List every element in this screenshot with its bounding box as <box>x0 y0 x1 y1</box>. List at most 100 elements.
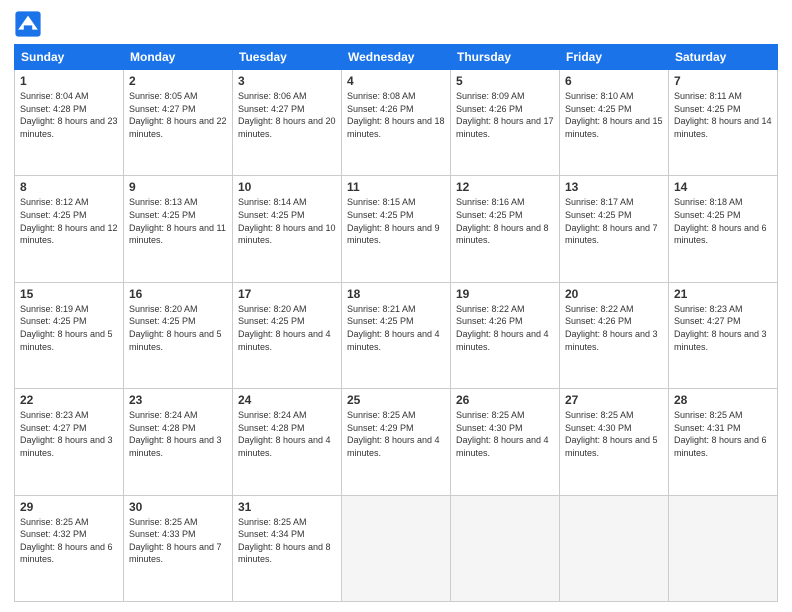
day-cell: 2 Sunrise: 8:05 AMSunset: 4:27 PMDayligh… <box>124 70 233 176</box>
day-info: Sunrise: 8:06 AMSunset: 4:27 PMDaylight:… <box>238 90 336 140</box>
day-number: 13 <box>565 180 663 194</box>
day-cell: 1 Sunrise: 8:04 AMSunset: 4:28 PMDayligh… <box>15 70 124 176</box>
day-info: Sunrise: 8:20 AMSunset: 4:25 PMDaylight:… <box>238 303 336 353</box>
day-number: 16 <box>129 287 227 301</box>
day-info: Sunrise: 8:24 AMSunset: 4:28 PMDaylight:… <box>129 409 227 459</box>
day-cell: 11 Sunrise: 8:15 AMSunset: 4:25 PMDaylig… <box>342 176 451 282</box>
day-number: 7 <box>674 74 772 88</box>
day-header-wednesday: Wednesday <box>342 45 451 70</box>
day-info: Sunrise: 8:08 AMSunset: 4:26 PMDaylight:… <box>347 90 445 140</box>
header <box>14 10 778 38</box>
day-number: 30 <box>129 500 227 514</box>
week-row-5: 29 Sunrise: 8:25 AMSunset: 4:32 PMDaylig… <box>15 495 778 601</box>
day-header-monday: Monday <box>124 45 233 70</box>
day-info: Sunrise: 8:17 AMSunset: 4:25 PMDaylight:… <box>565 196 663 246</box>
day-cell: 16 Sunrise: 8:20 AMSunset: 4:25 PMDaylig… <box>124 282 233 388</box>
day-cell: 15 Sunrise: 8:19 AMSunset: 4:25 PMDaylig… <box>15 282 124 388</box>
day-info: Sunrise: 8:25 AMSunset: 4:29 PMDaylight:… <box>347 409 445 459</box>
day-info: Sunrise: 8:21 AMSunset: 4:25 PMDaylight:… <box>347 303 445 353</box>
day-number: 4 <box>347 74 445 88</box>
day-cell: 3 Sunrise: 8:06 AMSunset: 4:27 PMDayligh… <box>233 70 342 176</box>
day-cell: 18 Sunrise: 8:21 AMSunset: 4:25 PMDaylig… <box>342 282 451 388</box>
header-row: SundayMondayTuesdayWednesdayThursdayFrid… <box>15 45 778 70</box>
day-number: 11 <box>347 180 445 194</box>
day-info: Sunrise: 8:16 AMSunset: 4:25 PMDaylight:… <box>456 196 554 246</box>
day-header-tuesday: Tuesday <box>233 45 342 70</box>
day-number: 18 <box>347 287 445 301</box>
day-info: Sunrise: 8:10 AMSunset: 4:25 PMDaylight:… <box>565 90 663 140</box>
day-number: 9 <box>129 180 227 194</box>
day-cell: 8 Sunrise: 8:12 AMSunset: 4:25 PMDayligh… <box>15 176 124 282</box>
day-header-sunday: Sunday <box>15 45 124 70</box>
day-number: 28 <box>674 393 772 407</box>
day-cell: 4 Sunrise: 8:08 AMSunset: 4:26 PMDayligh… <box>342 70 451 176</box>
day-number: 25 <box>347 393 445 407</box>
day-cell: 26 Sunrise: 8:25 AMSunset: 4:30 PMDaylig… <box>451 389 560 495</box>
day-cell <box>342 495 451 601</box>
day-number: 29 <box>20 500 118 514</box>
logo-icon <box>14 10 42 38</box>
week-row-3: 15 Sunrise: 8:19 AMSunset: 4:25 PMDaylig… <box>15 282 778 388</box>
day-number: 3 <box>238 74 336 88</box>
day-info: Sunrise: 8:18 AMSunset: 4:25 PMDaylight:… <box>674 196 772 246</box>
day-info: Sunrise: 8:23 AMSunset: 4:27 PMDaylight:… <box>20 409 118 459</box>
day-number: 10 <box>238 180 336 194</box>
day-header-thursday: Thursday <box>451 45 560 70</box>
day-info: Sunrise: 8:22 AMSunset: 4:26 PMDaylight:… <box>456 303 554 353</box>
day-info: Sunrise: 8:25 AMSunset: 4:34 PMDaylight:… <box>238 516 336 566</box>
day-number: 19 <box>456 287 554 301</box>
day-cell: 27 Sunrise: 8:25 AMSunset: 4:30 PMDaylig… <box>560 389 669 495</box>
week-row-4: 22 Sunrise: 8:23 AMSunset: 4:27 PMDaylig… <box>15 389 778 495</box>
day-info: Sunrise: 8:12 AMSunset: 4:25 PMDaylight:… <box>20 196 118 246</box>
day-info: Sunrise: 8:13 AMSunset: 4:25 PMDaylight:… <box>129 196 227 246</box>
calendar-table: SundayMondayTuesdayWednesdayThursdayFrid… <box>14 44 778 602</box>
day-number: 17 <box>238 287 336 301</box>
day-cell: 17 Sunrise: 8:20 AMSunset: 4:25 PMDaylig… <box>233 282 342 388</box>
day-header-friday: Friday <box>560 45 669 70</box>
day-number: 12 <box>456 180 554 194</box>
day-info: Sunrise: 8:25 AMSunset: 4:33 PMDaylight:… <box>129 516 227 566</box>
day-number: 15 <box>20 287 118 301</box>
day-cell <box>560 495 669 601</box>
day-info: Sunrise: 8:14 AMSunset: 4:25 PMDaylight:… <box>238 196 336 246</box>
day-cell <box>669 495 778 601</box>
day-cell: 31 Sunrise: 8:25 AMSunset: 4:34 PMDaylig… <box>233 495 342 601</box>
day-info: Sunrise: 8:19 AMSunset: 4:25 PMDaylight:… <box>20 303 118 353</box>
day-number: 14 <box>674 180 772 194</box>
day-cell: 25 Sunrise: 8:25 AMSunset: 4:29 PMDaylig… <box>342 389 451 495</box>
day-cell: 10 Sunrise: 8:14 AMSunset: 4:25 PMDaylig… <box>233 176 342 282</box>
day-number: 24 <box>238 393 336 407</box>
week-row-2: 8 Sunrise: 8:12 AMSunset: 4:25 PMDayligh… <box>15 176 778 282</box>
day-number: 5 <box>456 74 554 88</box>
day-info: Sunrise: 8:15 AMSunset: 4:25 PMDaylight:… <box>347 196 445 246</box>
day-number: 26 <box>456 393 554 407</box>
day-cell: 6 Sunrise: 8:10 AMSunset: 4:25 PMDayligh… <box>560 70 669 176</box>
day-cell: 30 Sunrise: 8:25 AMSunset: 4:33 PMDaylig… <box>124 495 233 601</box>
day-info: Sunrise: 8:25 AMSunset: 4:31 PMDaylight:… <box>674 409 772 459</box>
day-cell: 9 Sunrise: 8:13 AMSunset: 4:25 PMDayligh… <box>124 176 233 282</box>
day-info: Sunrise: 8:24 AMSunset: 4:28 PMDaylight:… <box>238 409 336 459</box>
day-number: 6 <box>565 74 663 88</box>
day-number: 20 <box>565 287 663 301</box>
day-cell: 14 Sunrise: 8:18 AMSunset: 4:25 PMDaylig… <box>669 176 778 282</box>
day-number: 23 <box>129 393 227 407</box>
week-row-1: 1 Sunrise: 8:04 AMSunset: 4:28 PMDayligh… <box>15 70 778 176</box>
day-info: Sunrise: 8:25 AMSunset: 4:32 PMDaylight:… <box>20 516 118 566</box>
day-cell: 7 Sunrise: 8:11 AMSunset: 4:25 PMDayligh… <box>669 70 778 176</box>
day-cell: 13 Sunrise: 8:17 AMSunset: 4:25 PMDaylig… <box>560 176 669 282</box>
day-cell: 29 Sunrise: 8:25 AMSunset: 4:32 PMDaylig… <box>15 495 124 601</box>
day-info: Sunrise: 8:09 AMSunset: 4:26 PMDaylight:… <box>456 90 554 140</box>
day-info: Sunrise: 8:20 AMSunset: 4:25 PMDaylight:… <box>129 303 227 353</box>
page-container: SundayMondayTuesdayWednesdayThursdayFrid… <box>0 0 792 612</box>
day-info: Sunrise: 8:23 AMSunset: 4:27 PMDaylight:… <box>674 303 772 353</box>
day-number: 27 <box>565 393 663 407</box>
logo <box>14 10 46 38</box>
day-cell: 5 Sunrise: 8:09 AMSunset: 4:26 PMDayligh… <box>451 70 560 176</box>
day-cell: 21 Sunrise: 8:23 AMSunset: 4:27 PMDaylig… <box>669 282 778 388</box>
day-cell: 22 Sunrise: 8:23 AMSunset: 4:27 PMDaylig… <box>15 389 124 495</box>
day-cell: 23 Sunrise: 8:24 AMSunset: 4:28 PMDaylig… <box>124 389 233 495</box>
day-info: Sunrise: 8:22 AMSunset: 4:26 PMDaylight:… <box>565 303 663 353</box>
day-info: Sunrise: 8:25 AMSunset: 4:30 PMDaylight:… <box>456 409 554 459</box>
day-header-saturday: Saturday <box>669 45 778 70</box>
day-info: Sunrise: 8:05 AMSunset: 4:27 PMDaylight:… <box>129 90 227 140</box>
